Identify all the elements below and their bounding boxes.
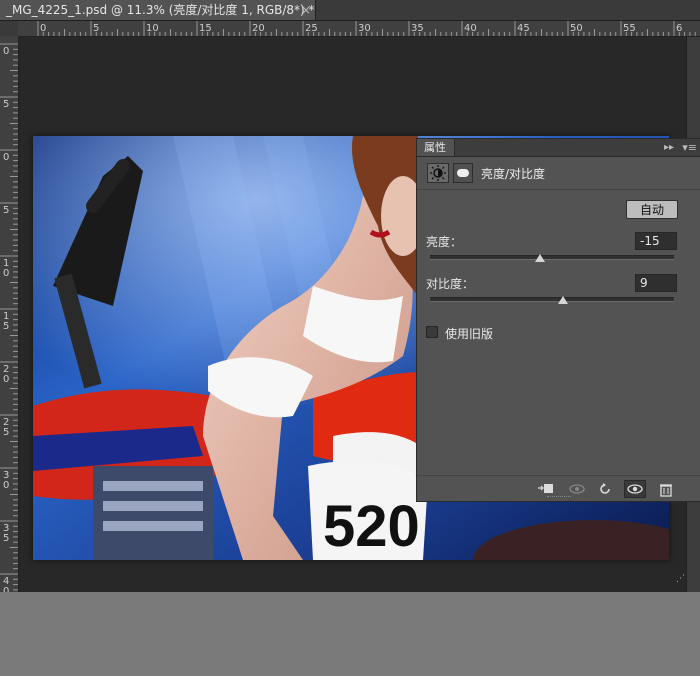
brightness-contrast-icon[interactable] (427, 163, 449, 183)
ruler-label: 5 (3, 321, 9, 332)
ruler-label: 0 (3, 46, 9, 57)
tab-properties[interactable]: 属性 (417, 139, 455, 156)
contrast-value-field[interactable]: 9 (635, 274, 677, 292)
ruler-label: 5 (3, 533, 9, 544)
workspace-background (0, 592, 700, 676)
ruler-label: 5 (93, 23, 99, 34)
ruler-label: 40 (464, 23, 477, 34)
ruler-label: 30 (358, 23, 371, 34)
legacy-checkbox[interactable] (426, 326, 438, 338)
ruler-label: 10 (146, 23, 159, 34)
contrast-slider-thumb[interactable] (557, 296, 568, 304)
contrast-slider-track[interactable] (430, 296, 674, 304)
panel-resize-grip[interactable] (547, 496, 571, 500)
ruler-label: 0 (3, 480, 9, 491)
layer-mask-icon[interactable] (453, 163, 473, 183)
brightness-label: 亮度： (426, 235, 463, 249)
ruler-label: 25 (305, 23, 318, 34)
brightness-slider-track[interactable] (430, 254, 674, 262)
resize-grip-icon[interactable]: ⋰ (676, 575, 686, 590)
brightness-value-field[interactable]: -15 (635, 232, 677, 250)
ruler-label: 0 (3, 268, 9, 279)
contrast-label: 对比度： (426, 277, 475, 291)
panel-menu-icon[interactable]: ▾≡ (682, 139, 697, 156)
legacy-checkbox-label: 使用旧版 (445, 327, 494, 341)
ruler-label: 5 (3, 99, 9, 110)
ruler-label: 45 (517, 23, 530, 34)
ruler-origin[interactable] (0, 21, 19, 37)
ruler-label: 50 (570, 23, 583, 34)
ruler-label: 20 (252, 23, 265, 34)
svg-text:520: 520 (323, 494, 420, 559)
document-tab[interactable]: _MG_4225_1.psd @ 11.3% (亮度/对比度 1, RGB/8*… (0, 0, 316, 20)
delete-trash-icon[interactable] (655, 480, 677, 498)
ruler-label: 15 (199, 23, 212, 34)
ruler-label: 5 (3, 205, 9, 216)
vertical-ruler[interactable]: 050510152025303540 (0, 36, 19, 592)
double-chevron-right-icon[interactable]: ▸▸ (664, 139, 674, 156)
document-tab-bar: _MG_4225_1.psd @ 11.3% (亮度/对比度 1, RGB/8*… (0, 0, 700, 21)
panel-titlebar: 属性 ▸▸ ▾≡ (417, 139, 700, 157)
panel-title: 亮度/对比度 (481, 167, 546, 181)
horizontal-ruler[interactable]: 0 5 10 15 20 25 30 35 40 45 50 55 6 (18, 21, 700, 37)
brightness-slider-thumb[interactable] (534, 254, 545, 262)
document-tab-title: _MG_4225_1.psd @ 11.3% (亮度/对比度 1, RGB/8*… (6, 3, 315, 17)
ruler-label: 5 (3, 427, 9, 438)
reset-icon[interactable] (594, 480, 616, 498)
ruler-label: 0 (3, 152, 9, 163)
visibility-eye-icon[interactable] (624, 480, 646, 498)
ruler-label: 0 (40, 23, 46, 34)
ruler-label: 6 (676, 23, 682, 34)
properties-panel: 属性 ▸▸ ▾≡ 亮度/对比度 自动 亮度： -15 对比度： 9 使用旧版 (416, 138, 700, 502)
ruler-label: 55 (623, 23, 636, 34)
panel-header: 亮度/对比度 (417, 157, 700, 190)
close-icon[interactable]: × (301, 0, 311, 20)
auto-button[interactable]: 自动 (626, 200, 678, 219)
ruler-label: 0 (3, 374, 9, 385)
ruler-label: 35 (411, 23, 424, 34)
